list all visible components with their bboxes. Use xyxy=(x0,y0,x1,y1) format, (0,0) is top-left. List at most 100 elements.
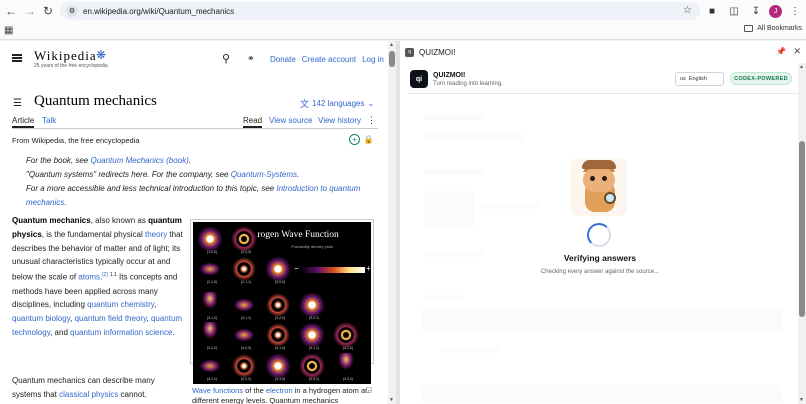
orbital-label: (4,2,2) xyxy=(241,377,252,381)
download-icon[interactable]: ↧ xyxy=(747,2,765,20)
orbital-thumbnail xyxy=(333,353,359,379)
toolbar-actions: ■ ◫ ↧ J ⋮ xyxy=(703,2,804,20)
hydrogen-figure[interactable]: Hydrogen Wave Function Probability densi… xyxy=(190,219,374,384)
scroll-down-icon[interactable]: ▼ xyxy=(799,397,804,403)
mascot-hat xyxy=(582,160,616,169)
avatar[interactable]: J xyxy=(769,4,782,18)
star-icon[interactable]: ☆ xyxy=(683,5,692,16)
wave-functions-link[interactable]: Wave functions xyxy=(192,386,243,395)
site-info-icon[interactable]: ⚙ xyxy=(66,5,78,17)
hydrogen-wave-function-image[interactable]: Hydrogen Wave Function Probability densi… xyxy=(193,222,371,384)
book-link[interactable]: Quantum Mechanics (book) xyxy=(90,156,188,165)
app-logo: qi xyxy=(410,70,428,88)
tab-talk[interactable]: Talk xyxy=(42,116,56,125)
orbital-label: (2,1,1) xyxy=(241,280,252,284)
create-account-link[interactable]: Create account xyxy=(302,55,356,64)
tab-article[interactable]: Article xyxy=(12,116,35,128)
orbital-label: (2,0,0) xyxy=(241,250,252,254)
orbital-label: (4,1,0) xyxy=(275,346,286,350)
hatnote-text: "Quantum systems" redirects here. For th… xyxy=(26,170,231,179)
orbital-label: (4,0,0) xyxy=(241,346,252,350)
more-icon[interactable]: ⋮ xyxy=(367,115,376,126)
body-text: , is the fundamental physical xyxy=(41,229,145,239)
extensions-icon[interactable]: ■ xyxy=(703,2,721,20)
globe-icon: ❋ xyxy=(96,48,107,62)
translate-icon: 文 xyxy=(300,99,310,109)
menu-icon[interactable]: ⋮ xyxy=(786,2,804,20)
scroll-thumb[interactable] xyxy=(799,141,805,317)
wiki-header: Wikipedia ❋ 25 years of the free encyclo… xyxy=(0,41,388,81)
languages-button[interactable]: 文 142 languages ⌄ xyxy=(300,97,374,110)
atoms-link[interactable]: atoms xyxy=(78,273,100,282)
electron-link[interactable]: electron xyxy=(266,386,293,395)
orbital-label: (4,3,0) xyxy=(275,377,286,381)
folder-icon xyxy=(744,25,754,32)
quantum-chemistry-link[interactable]: quantum chemistry xyxy=(87,300,154,309)
company-link[interactable]: Quantum-Systems xyxy=(231,170,297,179)
body-text: , xyxy=(154,300,157,310)
body-text: , also known as xyxy=(90,216,149,225)
orbital-label: (2,1,0) xyxy=(207,280,218,284)
language-value: English xyxy=(688,76,707,82)
reading-glasses-icon[interactable]: ⚭ xyxy=(247,53,255,64)
detective-cat-mascot xyxy=(571,158,627,216)
orbital-label: (3,1,0) xyxy=(207,316,218,320)
log-in-link[interactable]: Log in xyxy=(362,55,384,64)
hatnote: For the book, see Quantum Mechanics (boo… xyxy=(26,154,366,210)
classical-physics-link[interactable]: classical physics xyxy=(59,390,118,399)
orbital-thumbnail xyxy=(231,292,257,318)
scroll-thumb[interactable] xyxy=(389,51,395,67)
extension-icon: q xyxy=(405,47,414,57)
languages-label: 142 languages xyxy=(312,99,365,108)
close-icon[interactable]: ✕ xyxy=(793,46,801,57)
tab-view-source[interactable]: View source xyxy=(269,116,312,125)
orbital-thumbnail xyxy=(265,256,291,282)
side-panel-title: QUIZMOI! xyxy=(419,47,456,57)
orbital-thumbnail xyxy=(197,292,223,318)
tab-view-history[interactable]: View history xyxy=(318,116,361,125)
scroll-up-icon[interactable]: ▲ xyxy=(799,64,804,70)
theory-link[interactable]: theory xyxy=(145,230,167,239)
back-icon[interactable]: ← xyxy=(1,1,21,21)
search-icon[interactable]: ⚲ xyxy=(222,52,230,65)
wiki-scrollbar[interactable]: ▲ ▼ xyxy=(388,41,396,404)
orbital-thumbnail xyxy=(197,353,223,379)
panel-scrollbar[interactable]: ▲ ▼ xyxy=(798,63,806,404)
pin-icon[interactable]: 📌 xyxy=(776,47,786,56)
donate-link[interactable]: Donate xyxy=(270,55,296,64)
scroll-up-icon[interactable]: ▲ xyxy=(389,42,394,48)
quantum-field-theory-link[interactable]: quantum field theory xyxy=(75,314,147,323)
address-bar[interactable]: ⚙ en.wikipedia.org/wiki/Quantum_mechanic… xyxy=(60,2,700,20)
tab-read[interactable]: Read xyxy=(243,116,263,128)
lock-icon[interactable]: 🔒 xyxy=(363,134,374,145)
colorbar xyxy=(301,267,365,273)
all-bookmarks-button[interactable]: All Bookmarks xyxy=(744,25,802,32)
app-name: QUIZMOI! xyxy=(433,72,466,79)
from-wikipedia: From Wikipedia, the free encyclopedia xyxy=(12,136,140,145)
side-panel-icon[interactable]: ◫ xyxy=(725,2,743,20)
page-ref: 1.1 xyxy=(109,272,117,279)
orbital-thumbnail xyxy=(299,322,325,348)
wiki-logo[interactable]: Wikipedia xyxy=(34,48,97,64)
app-tagline: Turn reading into learning. xyxy=(433,81,503,87)
orbital-thumbnail xyxy=(265,292,291,318)
body-text: . xyxy=(172,328,175,338)
reference-link[interactable]: [2] xyxy=(102,272,108,278)
reload-icon[interactable]: ↻ xyxy=(38,1,58,21)
quantum-information-science-link[interactable]: quantum information science xyxy=(70,328,172,337)
hatnote-text: For a more accessible and less technical… xyxy=(26,184,277,193)
language-select[interactable]: us English xyxy=(675,72,724,86)
magnifier-icon xyxy=(604,192,616,204)
loading-spinner xyxy=(587,223,611,247)
quantum-biology-link[interactable]: quantum biology xyxy=(12,314,70,323)
scroll-down-icon[interactable]: ▼ xyxy=(389,397,394,403)
enlarge-icon[interactable]: ◲ xyxy=(365,386,372,396)
toc-icon[interactable]: ☰ xyxy=(13,98,22,109)
add-icon[interactable]: + xyxy=(349,134,360,145)
orbital-thumbnail xyxy=(299,292,325,318)
orbital-thumbnail xyxy=(197,226,223,252)
forward-icon[interactable]: → xyxy=(20,1,40,21)
hamburger-icon[interactable] xyxy=(12,54,22,62)
orbital-label: (3,2,1) xyxy=(309,316,320,320)
apps-icon[interactable]: ▦ xyxy=(4,25,13,36)
